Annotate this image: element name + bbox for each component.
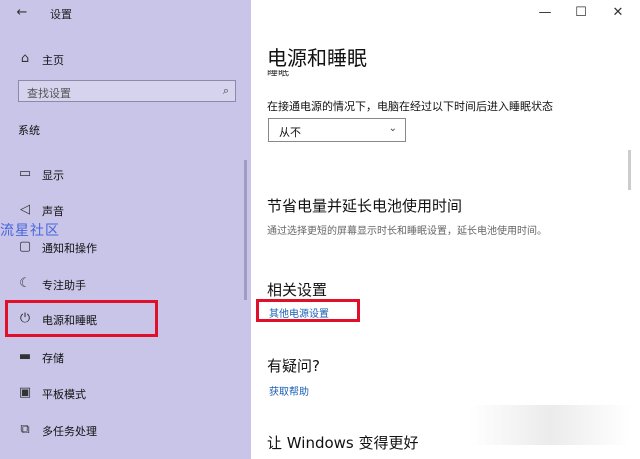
tablet-icon: ▣ xyxy=(18,385,32,400)
moon-icon: ☾ xyxy=(19,276,31,291)
highlight-box-power-link xyxy=(256,299,360,322)
back-arrow-icon[interactable]: ← xyxy=(14,5,30,21)
sidebar-item-label: 平板模式 xyxy=(42,388,86,401)
sidebar: ← 设置 ⌂ 主页 查找设置 ⌕ 系统 ▭ 显示 ◁ 声音 ▢ 通知和操作 ☾ … xyxy=(0,0,251,459)
sidebar-item-label: 多任务处理 xyxy=(42,425,97,438)
sidebar-item-home[interactable]: ⌂ 主页 xyxy=(0,42,245,76)
sidebar-item-display[interactable]: ▭ 显示 xyxy=(0,157,245,191)
sidebar-item-label: 专注助手 xyxy=(42,279,86,292)
main-scrollbar[interactable] xyxy=(628,150,631,190)
sidebar-item-label: 存储 xyxy=(42,352,64,365)
search-input[interactable]: 查找设置 ⌕ xyxy=(18,80,236,102)
sidebar-scrollbar[interactable] xyxy=(244,160,247,300)
related-settings-title: 相关设置 xyxy=(267,281,328,299)
sidebar-item-label: 显示 xyxy=(42,169,64,182)
sidebar-item-focus-assist[interactable]: ☾ 专注助手 xyxy=(0,267,245,301)
sidebar-item-storage[interactable]: ▬ 存储 xyxy=(0,340,245,374)
question-title: 有疑问? xyxy=(267,357,320,375)
home-icon: ⌂ xyxy=(20,51,30,66)
sidebar-item-label: 通知和操作 xyxy=(42,242,97,255)
search-icon: ⌕ xyxy=(222,84,229,97)
sidebar-item-label: 主页 xyxy=(42,54,64,67)
watermark: 流星社区 xyxy=(0,223,60,239)
monitor-icon: ▭ xyxy=(18,166,32,181)
get-help-link[interactable]: 获取帮助 xyxy=(269,383,309,398)
search-placeholder: 查找设置 xyxy=(27,87,71,100)
sleep-dropdown[interactable]: 从不 ⌄ xyxy=(268,118,406,142)
highlight-box-power-sleep xyxy=(5,300,158,337)
multitask-icon: ⧉ xyxy=(20,422,30,437)
chevron-down-icon: ⌄ xyxy=(388,123,397,134)
window-title: 设置 xyxy=(50,8,72,21)
battery-section-description: 通过选择更短的屏幕显示时长和睡眠设置，延长电池使用时间。 xyxy=(267,226,547,237)
storage-icon: ▬ xyxy=(18,349,32,364)
sidebar-item-label: 声音 xyxy=(42,205,64,218)
sleep-subtitle: 睡眠 xyxy=(267,70,327,79)
sleep-dropdown-value: 从不 xyxy=(279,126,301,139)
close-icon[interactable]: ✕ xyxy=(604,4,632,22)
sleep-subtitle-text: 睡眠 xyxy=(267,70,289,78)
blurred-overlay xyxy=(470,405,630,445)
sidebar-item-tablet-mode[interactable]: ▣ 平板模式 xyxy=(0,376,245,410)
sidebar-item-multitasking[interactable]: ⧉ 多任务处理 xyxy=(0,413,245,447)
maximize-icon[interactable]: ☐ xyxy=(567,4,595,22)
notification-icon: ▢ xyxy=(18,239,32,254)
speaker-icon: ◁ xyxy=(20,202,30,217)
minimize-icon[interactable]: — xyxy=(531,4,559,22)
section-label: 系统 xyxy=(18,124,40,137)
sleep-description: 在接通电源的情况下，电脑在经过以下时间后进入睡眠状态 xyxy=(267,100,553,113)
battery-section-title: 节省电量并延长电池使用时间 xyxy=(267,197,463,215)
page-title: 电源和睡眠 xyxy=(267,46,367,70)
feedback-title: 让 Windows 变得更好 xyxy=(267,434,419,452)
